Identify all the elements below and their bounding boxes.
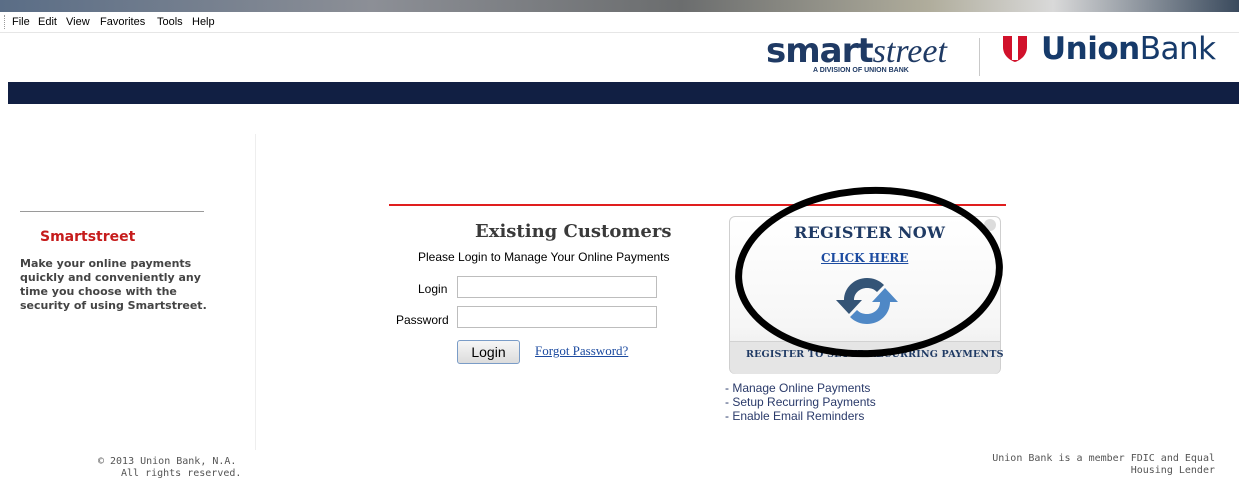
sidebar-description: Make your online payments quickly and co… <box>20 257 207 312</box>
logo-union: Union <box>1041 31 1140 67</box>
footer-copyright-line: All rights reserved. <box>121 468 242 479</box>
logo-smart: smart <box>766 31 874 71</box>
menu-file[interactable]: File <box>12 16 30 28</box>
window-top-strip <box>0 0 1239 12</box>
union-bank-logo[interactable]: UnionBank <box>1041 31 1216 67</box>
login-label: Login <box>418 282 448 296</box>
password-input[interactable] <box>457 306 657 328</box>
menu-tools[interactable]: Tools <box>157 16 183 28</box>
footer-copyright-line: © 2013 Union Bank, N.A. <box>97 456 237 467</box>
menu-edit[interactable]: Edit <box>38 16 57 28</box>
feature-item: - Enable Email Reminders <box>725 409 865 423</box>
menu-favorites[interactable]: Favorites <box>100 16 145 28</box>
footer-copyright: © 2013 Union Bank, N.A. All rights reser… <box>93 456 241 480</box>
logo-divider <box>979 38 980 76</box>
login-input[interactable] <box>457 276 657 298</box>
menu-bar: File Edit View Favorites Tools Help <box>0 12 1239 33</box>
footer-fdic-line: Housing Lender <box>1130 465 1215 476</box>
sidebar-divider <box>20 211 204 212</box>
header-nav-bar <box>8 82 1239 104</box>
logo-division-text: A DIVISION OF UNION BANK <box>813 67 909 74</box>
union-bank-shield-icon <box>1003 36 1027 62</box>
password-label: Password <box>396 313 449 327</box>
content-divider <box>255 134 256 450</box>
login-subtitle: Please Login to Manage Your Online Payme… <box>418 250 670 264</box>
login-title: Existing Customers <box>475 221 672 242</box>
menu-view[interactable]: View <box>66 16 90 28</box>
feature-item: - Manage Online Payments <box>725 381 871 395</box>
forgot-password-link[interactable]: Forgot Password? <box>535 343 628 359</box>
logo-bank: Bank <box>1139 31 1216 67</box>
login-button[interactable]: Login <box>457 340 520 364</box>
smartstreet-logo[interactable]: smartstreet A DIVISION OF UNION BANK <box>766 34 947 80</box>
menu-help[interactable]: Help <box>192 16 215 28</box>
sidebar-title: Smartstreet <box>40 229 136 245</box>
logo-street: street <box>872 33 947 70</box>
toolbar-grip[interactable] <box>4 15 7 29</box>
footer-fdic: Union Bank is a member FDIC and Equal Ho… <box>985 453 1215 477</box>
footer-fdic-line: Union Bank is a member FDIC and Equal <box>992 453 1215 464</box>
feature-item: - Setup Recurring Payments <box>725 395 876 409</box>
